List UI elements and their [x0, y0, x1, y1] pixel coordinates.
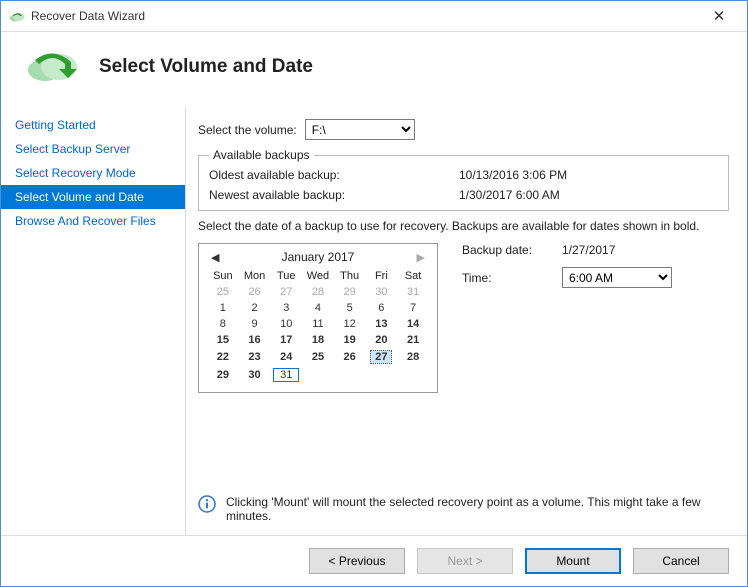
step-select-volume-and-date[interactable]: Select Volume and Date	[1, 185, 185, 209]
volume-label: Select the volume:	[198, 123, 297, 137]
time-select[interactable]: 6:00 AM	[562, 267, 672, 288]
calendar-day[interactable]: 24	[270, 348, 302, 366]
calendar-day[interactable]: 23	[239, 348, 271, 366]
calendar-day[interactable]: 3	[270, 300, 302, 316]
calendar-day[interactable]: 8	[207, 316, 239, 332]
volume-select[interactable]: F:\	[305, 119, 415, 140]
calendar-day	[334, 366, 366, 384]
calendar-day[interactable]: 14	[397, 316, 429, 332]
mount-button[interactable]: Mount	[525, 548, 621, 574]
calendar-day[interactable]: 17	[270, 332, 302, 348]
calendar-day[interactable]: 20	[366, 332, 398, 348]
newest-backup-label: Newest available backup:	[209, 188, 459, 202]
step-getting-started[interactable]: Getting Started	[1, 113, 185, 137]
calendar-day[interactable]: 29	[207, 366, 239, 384]
calendar-day[interactable]: 9	[239, 316, 271, 332]
calendar-day[interactable]: 13	[366, 316, 398, 332]
calendar-day: 28	[302, 284, 334, 300]
next-button: Next >	[417, 548, 513, 574]
close-button[interactable]: ✕	[699, 7, 739, 25]
calendar-next-icon: ▶	[417, 251, 425, 264]
calendar-day: 27	[270, 284, 302, 300]
oldest-backup-label: Oldest available backup:	[209, 168, 459, 182]
calendar-day[interactable]: 31	[270, 366, 302, 384]
calendar-day: 25	[207, 284, 239, 300]
calendar-dow: Mon	[239, 268, 271, 284]
cancel-button[interactable]: Cancel	[633, 548, 729, 574]
window-title: Recover Data Wizard	[31, 9, 699, 23]
calendar-day[interactable]: 15	[207, 332, 239, 348]
backup-calendar[interactable]: ◀ January 2017 ▶ SunMonTueWedThuFriSat 2…	[198, 243, 438, 393]
cloud-restore-icon	[25, 44, 81, 89]
calendar-day[interactable]: 6	[366, 300, 398, 316]
recover-data-wizard-window: Recover Data Wizard ✕ Select Volume and …	[0, 0, 748, 587]
wizard-footer: < Previous Next > Mount Cancel	[1, 535, 747, 586]
calendar-day: 26	[239, 284, 271, 300]
calendar-dow: Sun	[207, 268, 239, 284]
instructions-text: Select the date of a backup to use for r…	[198, 219, 729, 233]
main-panel: Select the volume: F:\ Available backups…	[186, 107, 747, 535]
calendar-day[interactable]: 10	[270, 316, 302, 332]
info-icon	[198, 495, 216, 516]
available-backups-legend: Available backups	[209, 148, 314, 162]
calendar-day: 31	[397, 284, 429, 300]
calendar-dow: Tue	[270, 268, 302, 284]
calendar-dow: Thu	[334, 268, 366, 284]
calendar-day[interactable]: 26	[334, 348, 366, 366]
calendar-day[interactable]: 22	[207, 348, 239, 366]
calendar-day: 30	[366, 284, 398, 300]
calendar-day[interactable]: 21	[397, 332, 429, 348]
calendar-day[interactable]: 11	[302, 316, 334, 332]
calendar-day[interactable]: 7	[397, 300, 429, 316]
calendar-month-label: January 2017	[282, 250, 355, 264]
info-text: Clicking 'Mount' will mount the selected…	[226, 495, 729, 523]
wizard-header: Select Volume and Date	[1, 32, 747, 107]
step-browse-and-recover[interactable]: Browse And Recover Files	[1, 209, 185, 233]
calendar-prev-icon[interactable]: ◀	[211, 251, 219, 264]
calendar-day[interactable]: 18	[302, 332, 334, 348]
calendar-dow: Fri	[366, 268, 398, 284]
calendar-day[interactable]: 16	[239, 332, 271, 348]
calendar-dow: Sat	[397, 268, 429, 284]
backup-date-label: Backup date:	[462, 243, 562, 257]
wizard-steps-sidebar: Getting Started Select Backup Server Sel…	[1, 107, 186, 535]
app-cloud-icon	[9, 9, 25, 23]
available-backups-group: Available backups Oldest available backu…	[198, 148, 729, 211]
calendar-day[interactable]: 4	[302, 300, 334, 316]
info-message: Clicking 'Mount' will mount the selected…	[198, 489, 729, 535]
calendar-day	[366, 366, 398, 384]
calendar-day[interactable]: 1	[207, 300, 239, 316]
calendar-day[interactable]: 2	[239, 300, 271, 316]
oldest-backup-value: 10/13/2016 3:06 PM	[459, 168, 567, 182]
titlebar: Recover Data Wizard ✕	[1, 1, 747, 31]
previous-button[interactable]: < Previous	[309, 548, 405, 574]
calendar-day[interactable]: 12	[334, 316, 366, 332]
calendar-day[interactable]: 28	[397, 348, 429, 366]
calendar-day[interactable]: 19	[334, 332, 366, 348]
newest-backup-value: 1/30/2017 6:00 AM	[459, 188, 560, 202]
calendar-day[interactable]: 27	[366, 348, 398, 366]
calendar-day[interactable]: 30	[239, 366, 271, 384]
step-select-backup-server[interactable]: Select Backup Server	[1, 137, 185, 161]
page-title: Select Volume and Date	[99, 56, 313, 78]
calendar-dow: Wed	[302, 268, 334, 284]
calendar-day[interactable]: 5	[334, 300, 366, 316]
time-label: Time:	[462, 271, 562, 285]
calendar-day	[302, 366, 334, 384]
step-select-recovery-mode[interactable]: Select Recovery Mode	[1, 161, 185, 185]
calendar-grid: SunMonTueWedThuFriSat 252627282930311234…	[207, 268, 429, 384]
backup-date-value: 1/27/2017	[562, 243, 615, 257]
calendar-day[interactable]: 25	[302, 348, 334, 366]
calendar-day: 29	[334, 284, 366, 300]
calendar-day	[397, 366, 429, 384]
